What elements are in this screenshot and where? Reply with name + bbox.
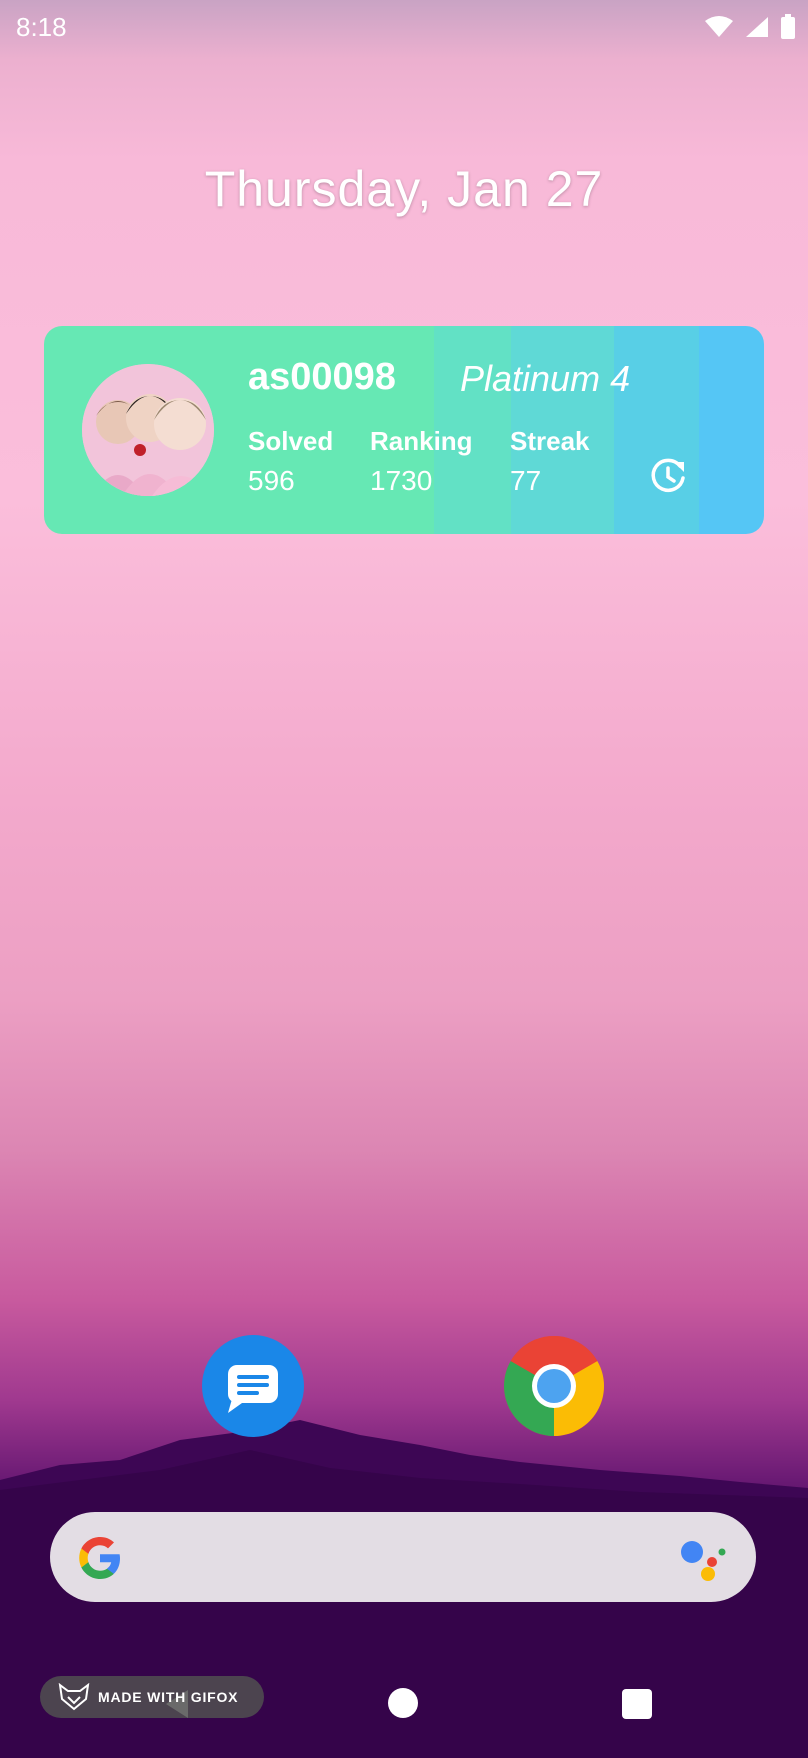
stat-streak-value: 77 xyxy=(510,465,542,496)
stat-solved: Solved 596 xyxy=(248,426,333,497)
user-handle: as00098 xyxy=(248,356,396,398)
messages-app-icon[interactable] xyxy=(202,1335,304,1437)
stat-solved-value: 596 xyxy=(248,465,295,496)
status-icons xyxy=(704,14,796,40)
profile-avatar xyxy=(82,364,214,496)
battery-icon xyxy=(781,14,795,39)
status-bar: 8:18 xyxy=(0,0,808,52)
watermark-text: MADE WITH GIFOX xyxy=(98,1689,239,1705)
gifox-watermark: MADE WITH GIFOX xyxy=(40,1676,264,1718)
chrome-app-icon[interactable] xyxy=(503,1335,605,1437)
stat-ranking-value: 1730 xyxy=(370,465,433,496)
fox-icon xyxy=(58,1683,90,1711)
stat-ranking-label: Ranking xyxy=(370,426,473,456)
google-search-bar[interactable] xyxy=(50,1512,756,1602)
stat-streak: Streak 77 xyxy=(510,426,590,497)
user-tier: Platinum 4 xyxy=(460,358,631,399)
solvedac-widget[interactable]: as00098 Platinum 4 Solved 596 Ranking 17… xyxy=(44,326,764,534)
wifi-icon xyxy=(705,16,733,37)
recents-nav-button[interactable] xyxy=(622,1689,652,1719)
stat-streak-label: Streak xyxy=(510,426,590,456)
status-clock: 8:18 xyxy=(16,12,67,42)
stat-ranking: Ranking 1730 xyxy=(370,426,473,497)
google-g-icon xyxy=(79,1537,120,1579)
signal-icon xyxy=(746,17,768,37)
lockscreen-date: Thursday, Jan 27 xyxy=(204,161,604,217)
refresh-clock-icon[interactable] xyxy=(648,456,688,496)
google-assistant-icon[interactable] xyxy=(678,1536,730,1582)
stat-solved-label: Solved xyxy=(248,426,334,456)
home-nav-button[interactable] xyxy=(388,1688,418,1718)
